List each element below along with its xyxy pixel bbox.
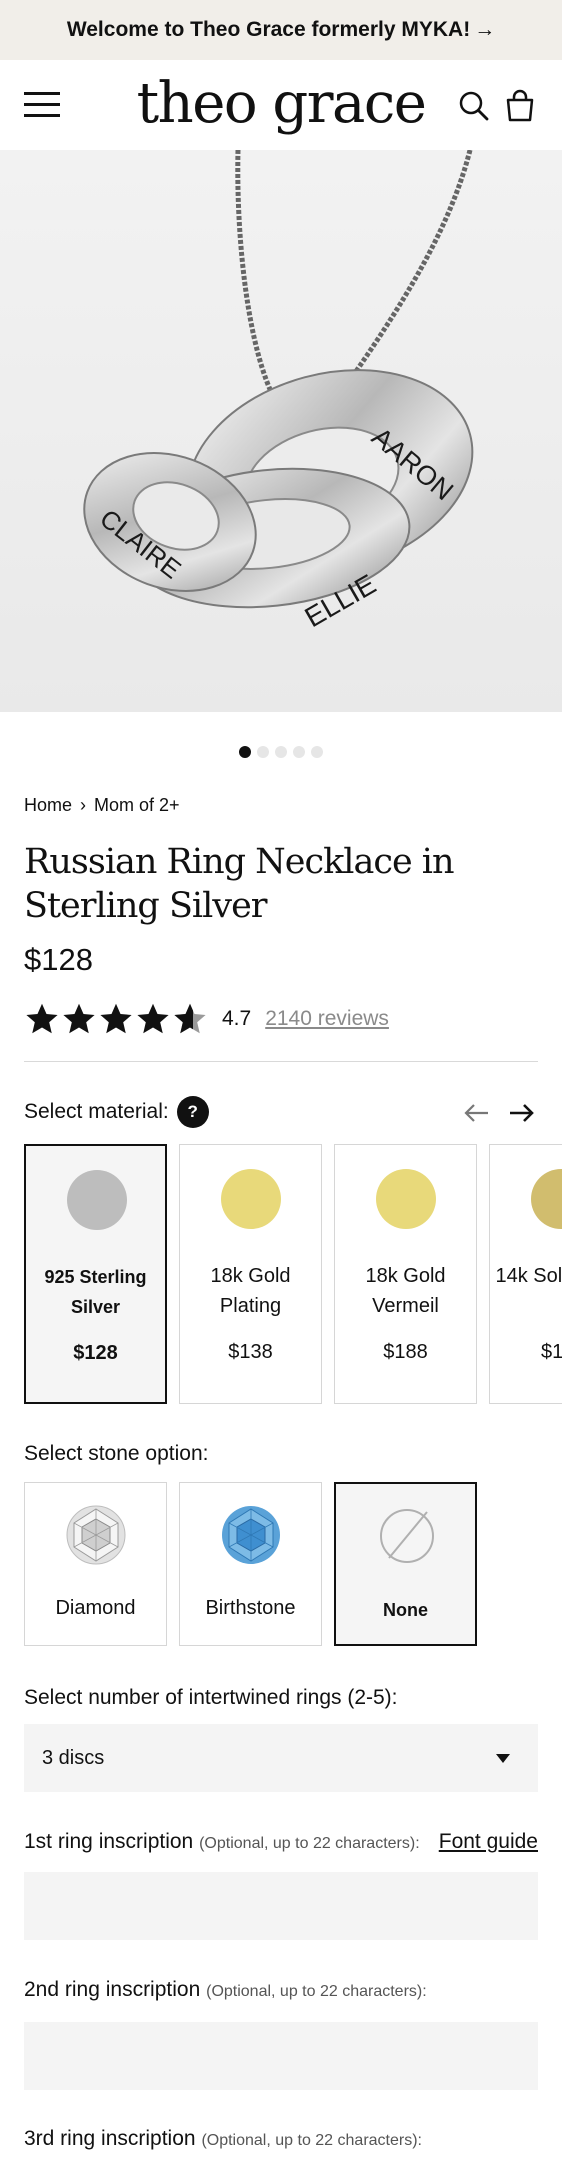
material-name: 18k Gold Vermeil [365,1265,446,1317]
birthstone-icon [222,1506,280,1564]
star-icon [100,1003,132,1034]
help-icon[interactable]: ? [176,1096,209,1128]
rings-label: Select number of intertwined rings (2-5)… [24,1686,398,1710]
caret-down-icon [496,1754,510,1763]
material-option-14k-solid-gold[interactable]: 14k Solid Gold $1,3 [489,1144,562,1404]
silver-swatch [67,1170,127,1230]
inscription-hint: (Optional, up to 22 characters): [199,1835,420,1852]
carousel-dots [0,746,562,760]
star-icon [63,1003,95,1034]
material-price: $1,3 [541,1341,562,1363]
material-label-text: Select material: [24,1100,169,1123]
stone-option-diamond[interactable]: Diamond [24,1482,167,1646]
stone-name: Birthstone [205,1597,296,1619]
stone-name: None [383,1600,428,1620]
search-icon[interactable] [456,88,492,124]
inscription-label-text: 3rd ring inscription [24,2127,196,2150]
inscription-label-text: 1st ring inscription [24,1830,194,1853]
product-title: Russian Ring Necklace in Sterling Silver [24,842,455,926]
inscription-hint: (Optional, up to 22 characters): [206,1983,427,2000]
half-star-icon [174,1003,206,1034]
star-icon [137,1003,169,1034]
rating: 4.7 2140 reviews [24,1000,389,1038]
announcement-bar[interactable]: Welcome to Theo Grace formerly MYKA! → [0,0,562,60]
none-icon [380,1509,434,1563]
chevron-right-icon: › [80,795,87,815]
shopping-bag-icon[interactable] [502,88,538,124]
reviews-link[interactable]: 2140 reviews [265,1007,389,1031]
material-name: 18k Gold Plating [210,1265,291,1317]
breadcrumb-mom-of-2[interactable]: Mom of 2+ [94,795,180,816]
material-name: 14k Solid Gold [495,1265,562,1287]
necklace-illustration: CLAIRE ELLIE AARON [0,150,562,712]
carousel-dot[interactable] [275,746,287,758]
rings-select-value: 3 discs [42,1746,105,1769]
arrow-right-icon: → [474,18,496,41]
star-rating [24,1001,208,1037]
solid-gold-swatch [531,1169,562,1229]
carousel-dot[interactable] [293,746,305,758]
stone-option-none[interactable]: None [334,1482,477,1646]
carousel-dot[interactable] [311,746,323,758]
stone-name: Diamond [55,1597,136,1619]
material-price: $188 [383,1341,428,1363]
divider [24,1061,538,1062]
inscription-label-3: 3rd ring inscription (Optional, up to 22… [24,2127,422,2151]
carousel-dot[interactable] [257,746,269,758]
rings-label-text: Select number of intertwined rings (2-5)… [24,1686,398,1709]
font-guide-link[interactable]: Font guide [439,1830,538,1854]
product-price: $128 [24,942,93,977]
inscription-input-2[interactable] [24,2022,538,2090]
arrow-left-icon[interactable] [462,1098,492,1128]
announcement-text: Welcome to Theo Grace formerly MYKA! [66,18,471,41]
material-option-18k-gold-plating[interactable]: 18k Gold Plating $138 [179,1144,322,1404]
material-option-sterling-silver[interactable]: 925 Sterling Silver $128 [24,1144,167,1404]
material-price: $138 [228,1341,273,1363]
site-header: theo grace [0,60,562,150]
gold-swatch [221,1169,281,1229]
arrow-right-icon[interactable] [506,1098,536,1128]
diamond-icon [66,1505,126,1565]
rings-select[interactable]: 3 discs [24,1724,538,1792]
inscription-label-1: 1st ring inscription (Optional, up to 22… [24,1830,420,1854]
inscription-input-1[interactable] [24,1872,538,1940]
product-image[interactable]: CLAIRE ELLIE AARON [0,150,562,712]
material-price: $128 [73,1342,118,1364]
breadcrumb-home[interactable]: Home [24,795,72,816]
inscription-label-2: 2nd ring inscription (Optional, up to 22… [24,1978,427,2002]
material-label: Select material: ? [24,1096,209,1128]
gold-swatch [376,1169,436,1229]
stone-label-text: Select stone option: [24,1442,209,1465]
material-options: 925 Sterling Silver $128 18k Gold Platin… [24,1144,562,1404]
breadcrumb: Home › Mom of 2+ [24,795,180,816]
carousel-dot[interactable] [239,746,251,758]
inscription-hint: (Optional, up to 22 characters): [201,2132,422,2149]
material-name: 925 Sterling Silver [44,1267,147,1317]
stone-option-birthstone[interactable]: Birthstone [179,1482,322,1646]
rating-value: 4.7 [222,1007,252,1030]
stone-options: Diamond Birthstone None [24,1482,562,1646]
material-option-18k-gold-vermeil[interactable]: 18k Gold Vermeil $188 [334,1144,477,1404]
stone-label: Select stone option: [24,1442,208,1466]
inscription-label-text: 2nd ring inscription [24,1978,201,2001]
star-icon [26,1003,58,1034]
